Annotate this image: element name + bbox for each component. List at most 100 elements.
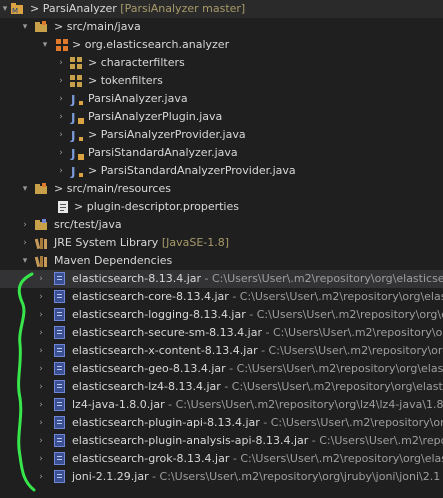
- tree-row-tokenfilters[interactable]: › > tokenfilters: [0, 72, 443, 90]
- expand-arrow-icon[interactable]: ›: [56, 144, 66, 162]
- jar-name: lz4-java-1.8.0.jar: [72, 398, 165, 411]
- project-name: ParsiAnalyzer: [42, 2, 117, 15]
- jar-path: - C:\Users\User\.m2\repository\org\jruby…: [148, 470, 441, 483]
- tree-row-src-main-resources[interactable]: ▾ > src/main/resources: [0, 180, 443, 198]
- java-file-icon: J: [70, 165, 83, 178]
- library-name: Maven Dependencies: [54, 254, 173, 267]
- tree-row-jar[interactable]: › elasticsearch-core-8.13.4.jar - C:\Use…: [0, 288, 443, 306]
- expand-arrow-icon[interactable]: ›: [56, 162, 66, 180]
- collapse-arrow-icon[interactable]: ▾: [20, 180, 30, 198]
- jar-name: elasticsearch-plugin-analysis-api-8.13.4…: [72, 434, 309, 447]
- jar-name: elasticsearch-grok-8.13.4.jar: [72, 452, 230, 465]
- file-name: plugin-descriptor.properties: [86, 200, 239, 213]
- file-name: ParsiStandardAnalyzerProvider.java: [100, 164, 296, 177]
- jar-name: elasticsearch-8.13.4.jar: [72, 272, 202, 285]
- jar-name: elasticsearch-logging-8.13.4.jar: [72, 308, 246, 321]
- expand-arrow-icon[interactable]: ›: [20, 234, 30, 252]
- project-label: > ParsiAnalyzer [ParsiAnalyzer master]: [30, 2, 246, 15]
- jar-path: - C:\Users\User\.m2\repo: [308, 434, 443, 447]
- package-icon: [56, 39, 68, 51]
- tree-row-jar[interactable]: › elasticsearch-plugin-analysis-api-8.13…: [0, 432, 443, 450]
- file-name: ParsiAnalyzer.java: [88, 92, 188, 105]
- jar-path: - C:\Users\User\.m2\repository\org\lz4\l…: [164, 398, 443, 411]
- java-file-icon: J: [70, 111, 84, 124]
- green-bracket-annotation: [17, 272, 36, 492]
- jar-path: - C:\Users\User\.m2\repository\org\e: [245, 308, 443, 321]
- package-name: characterfilters: [100, 56, 185, 69]
- jar-icon: [54, 344, 65, 357]
- jar-icon: [54, 326, 65, 339]
- tree-row-jar[interactable]: › elasticsearch-x-content-8.13.4.jar - C…: [0, 342, 443, 360]
- expand-arrow-icon[interactable]: ›: [56, 90, 66, 108]
- library-name: JRE System Library: [54, 236, 159, 249]
- jar-name: elasticsearch-plugin-api-8.13.4.jar: [72, 416, 260, 429]
- tree-row-file[interactable]: › J ParsiAnalyzer.java: [0, 90, 443, 108]
- jar-path: - C:\Users\User\.m2\repository\org: [259, 416, 443, 429]
- java-file-icon: J: [70, 129, 83, 142]
- tree-row-src-test-java[interactable]: › src/test/java: [0, 216, 443, 234]
- jar-path: - C:\Users\User\.m2\repository\org\elast…: [220, 380, 443, 393]
- jar-icon: [54, 470, 65, 483]
- file-name: ParsiAnalyzerPlugin.java: [88, 110, 223, 123]
- tree-row-jar[interactable]: › elasticsearch-secure-sm-8.13.4.jar - C…: [0, 324, 443, 342]
- tree-row-properties-file[interactable]: > plugin-descriptor.properties: [0, 198, 443, 216]
- jar-path: - C:\Users\User\.m2\repository\org\elast…: [201, 272, 443, 285]
- collapse-arrow-icon[interactable]: ▾: [0, 0, 10, 18]
- jar-icon: [54, 362, 65, 375]
- tree-row-characterfilters[interactable]: › > characterfilters: [0, 54, 443, 72]
- properties-file-icon: [58, 201, 68, 213]
- jar-path: - C:\Users\User\.m2\repository\org\elast: [228, 290, 443, 303]
- jar-name: elasticsearch-core-8.13.4.jar: [72, 290, 229, 303]
- expand-arrow-icon[interactable]: ›: [56, 72, 66, 90]
- package-icon: [70, 57, 82, 69]
- tree-row-jar[interactable]: › elasticsearch-lz4-8.13.4.jar - C:\User…: [0, 378, 443, 396]
- svg-text:M: M: [12, 7, 18, 15]
- tree-row-jar[interactable]: › joni-2.1.29.jar - C:\Users\User\.m2\re…: [0, 468, 443, 486]
- jar-icon: [54, 398, 65, 411]
- jar-icon: [54, 308, 65, 321]
- svg-text:J: J: [70, 129, 75, 142]
- tree-row-jar[interactable]: › lz4-java-1.8.0.jar - C:\Users\User\.m2…: [0, 396, 443, 414]
- tree-row-jar[interactable]: › elasticsearch-geo-8.13.4.jar - C:\User…: [0, 360, 443, 378]
- expand-arrow-icon[interactable]: ›: [56, 108, 66, 126]
- jar-icon: [54, 416, 65, 429]
- expand-arrow-icon[interactable]: ›: [56, 126, 66, 144]
- svg-text:J: J: [70, 165, 75, 178]
- svg-text:J: J: [70, 93, 75, 106]
- tree-row-jar[interactable]: › elasticsearch-plugin-api-8.13.4.jar - …: [0, 414, 443, 432]
- collapse-arrow-icon[interactable]: ▾: [20, 18, 30, 36]
- svg-text:J: J: [70, 111, 75, 124]
- jar-name: elasticsearch-geo-8.13.4.jar: [72, 362, 226, 375]
- tree-row-jar[interactable]: › elasticsearch-logging-8.13.4.jar - C:\…: [0, 306, 443, 324]
- tree-row-jar[interactable]: › elasticsearch-8.13.4.jar - C:\Users\Us…: [0, 270, 443, 288]
- tree-row-src-main-java[interactable]: ▾ > src/main/java: [0, 18, 443, 36]
- package-icon: [70, 75, 82, 87]
- file-name: ParsiAnalyzerProvider.java: [100, 128, 246, 141]
- library-icon: [34, 256, 47, 268]
- package-name: tokenfilters: [100, 74, 163, 87]
- tree-row-package[interactable]: ▾ > org.elasticsearch.analyzer: [0, 36, 443, 54]
- tree-row-file[interactable]: › J > ParsiStandardAnalyzerProvider.java: [0, 162, 443, 180]
- java-file-icon: J: [70, 147, 84, 160]
- folder-name: src/main/resources: [66, 182, 171, 195]
- tree-row-project[interactable]: ▾ M > ParsiAnalyzer [ParsiAnalyzer maste…: [0, 0, 443, 18]
- jar-path: - C:\Users\User\.m2\repository\org\elas: [229, 452, 443, 465]
- java-file-icon: J: [70, 93, 83, 106]
- collapse-arrow-icon[interactable]: ▾: [40, 36, 50, 54]
- jar-name: elasticsearch-x-content-8.13.4.jar: [72, 344, 258, 357]
- expand-arrow-icon[interactable]: ›: [20, 216, 30, 234]
- tree-row-file[interactable]: › J ParsiAnalyzerPlugin.java: [0, 108, 443, 126]
- tree-row-maven-dependencies[interactable]: ▾ Maven Dependencies: [0, 252, 443, 270]
- package-explorer-tree: ▾ M > ParsiAnalyzer [ParsiAnalyzer maste…: [0, 0, 443, 486]
- tree-row-jre-library[interactable]: › JRE System Library [JavaSE-1.8]: [0, 234, 443, 252]
- expand-arrow-icon[interactable]: ›: [56, 54, 66, 72]
- jar-path: - C:\Users\User\.m2\repository\org\elast: [225, 362, 443, 375]
- tree-row-file[interactable]: › J > ParsiAnalyzerProvider.java: [0, 126, 443, 144]
- tree-row-jar[interactable]: › elasticsearch-grok-8.13.4.jar - C:\Use…: [0, 450, 443, 468]
- jar-name: elasticsearch-lz4-8.13.4.jar: [72, 380, 221, 393]
- folder-name: src/main/java: [66, 20, 141, 33]
- jar-icon: [54, 380, 65, 393]
- tree-row-file[interactable]: › J ParsiStandardAnalyzer.java: [0, 144, 443, 162]
- package-name: org.elasticsearch.analyzer: [84, 38, 230, 51]
- source-folder-icon: [35, 183, 47, 194]
